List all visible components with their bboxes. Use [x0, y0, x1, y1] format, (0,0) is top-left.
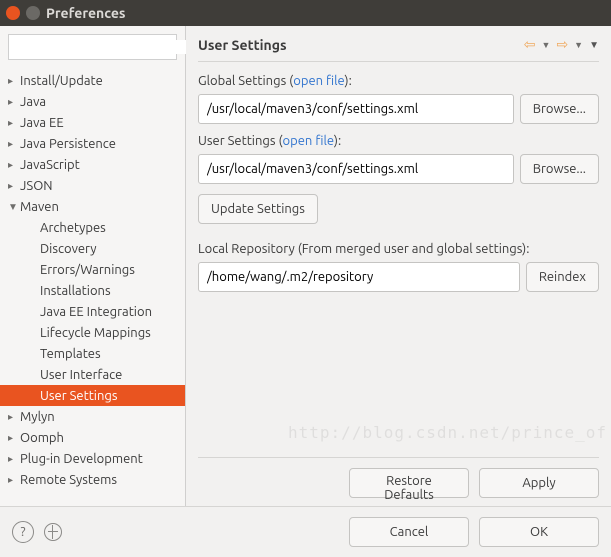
- sidebar: ✕ ▸Install/Update▸Java▸Java EE▸Java Pers…: [0, 26, 186, 506]
- preferences-tree[interactable]: ▸Install/Update▸Java▸Java EE▸Java Persis…: [0, 68, 185, 506]
- tree-item-label: Templates: [38, 347, 101, 361]
- page-title: User Settings: [198, 37, 524, 53]
- chevron-right-icon: ▸: [8, 138, 18, 150]
- tree-item-label: Java EE: [18, 116, 64, 130]
- chevron-down-icon: ▼: [8, 201, 18, 213]
- tree-item-templates[interactable]: Templates: [0, 343, 185, 364]
- tree-item-javascript[interactable]: ▸JavaScript: [0, 154, 185, 175]
- tree-item-java-persistence[interactable]: ▸Java Persistence: [0, 133, 185, 154]
- tree-item-label: Errors/Warnings: [38, 263, 135, 277]
- back-icon[interactable]: ⇦: [524, 36, 536, 53]
- nav-icons: ⇦ ▼ ⇨ ▼ ▼: [524, 36, 599, 53]
- minimize-icon[interactable]: [26, 6, 40, 20]
- tree-item-archetypes[interactable]: Archetypes: [0, 217, 185, 238]
- ok-button[interactable]: OK: [479, 517, 599, 547]
- tree-item-plug-in-development[interactable]: ▸Plug-in Development: [0, 448, 185, 469]
- tree-item-user-settings[interactable]: User Settings: [0, 385, 185, 406]
- help-icon[interactable]: ?: [12, 521, 34, 543]
- tree-item-label: Java: [18, 95, 46, 109]
- tree-item-label: JavaScript: [18, 158, 80, 172]
- cancel-button[interactable]: Cancel: [349, 517, 469, 547]
- tree-item-discovery[interactable]: Discovery: [0, 238, 185, 259]
- global-browse-button[interactable]: Browse...: [520, 94, 599, 124]
- chevron-right-icon: ▸: [8, 474, 18, 486]
- chevron-right-icon: ▸: [8, 96, 18, 108]
- window-title: Preferences: [46, 5, 126, 21]
- tree-item-user-interface[interactable]: User Interface: [0, 364, 185, 385]
- filter-input[interactable]: [15, 40, 186, 54]
- global-settings-label: Global Settings (open file):: [198, 74, 599, 88]
- chevron-right-icon: ▸: [8, 432, 18, 444]
- view-menu-icon[interactable]: ▼: [589, 39, 599, 51]
- user-settings-input[interactable]: [198, 154, 514, 184]
- filter-box[interactable]: ✕: [8, 34, 177, 60]
- tree-item-installations[interactable]: Installations: [0, 280, 185, 301]
- tree-item-remote-systems[interactable]: ▸Remote Systems: [0, 469, 185, 490]
- back-menu-icon[interactable]: ▼: [542, 40, 551, 50]
- tree-item-label: Archetypes: [38, 221, 106, 235]
- tree-item-label: Lifecycle Mappings: [38, 326, 151, 340]
- tree-item-label: Java EE Integration: [38, 305, 152, 319]
- chevron-right-icon: ▸: [8, 75, 18, 87]
- tree-item-java-ee[interactable]: ▸Java EE: [0, 112, 185, 133]
- tree-item-label: Oomph: [18, 431, 64, 445]
- tree-item-label: Discovery: [38, 242, 97, 256]
- forward-icon[interactable]: ⇨: [556, 36, 568, 53]
- tree-item-errors-warnings[interactable]: Errors/Warnings: [0, 259, 185, 280]
- settings-panel: User Settings ⇦ ▼ ⇨ ▼ ▼ Global Settings …: [186, 26, 611, 506]
- tree-item-maven[interactable]: ▼Maven: [0, 196, 185, 217]
- update-settings-button[interactable]: Update Settings: [198, 194, 318, 224]
- tree-item-label: Remote Systems: [18, 473, 117, 487]
- user-open-file-link[interactable]: open file: [283, 134, 334, 148]
- tree-item-label: JSON: [18, 179, 53, 193]
- forward-menu-icon[interactable]: ▼: [574, 40, 583, 50]
- tree-item-mylyn[interactable]: ▸Mylyn: [0, 406, 185, 427]
- tree-item-install-update[interactable]: ▸Install/Update: [0, 70, 185, 91]
- chevron-right-icon: ▸: [8, 159, 18, 171]
- watermark-text: http://blog.csdn.net/prince_of: [288, 423, 607, 442]
- tree-item-label: Install/Update: [18, 74, 103, 88]
- tree-item-label: Installations: [38, 284, 111, 298]
- apply-button[interactable]: Apply: [479, 468, 599, 498]
- tree-item-label: User Settings: [38, 389, 118, 403]
- tree-item-label: Plug-in Development: [18, 452, 143, 466]
- tree-item-java-ee-integration[interactable]: Java EE Integration: [0, 301, 185, 322]
- global-open-file-link[interactable]: open file: [293, 74, 344, 88]
- chevron-right-icon: ▸: [8, 117, 18, 129]
- tree-item-java[interactable]: ▸Java: [0, 91, 185, 112]
- main-area: ✕ ▸Install/Update▸Java▸Java EE▸Java Pers…: [0, 26, 611, 506]
- global-settings-input[interactable]: [198, 94, 514, 124]
- tree-item-json[interactable]: ▸JSON: [0, 175, 185, 196]
- local-repo-label: Local Repository (From merged user and g…: [198, 242, 599, 256]
- chevron-right-icon: ▸: [8, 411, 18, 423]
- local-repo-input[interactable]: [198, 262, 520, 292]
- close-icon[interactable]: [6, 6, 20, 20]
- panel-buttons: Restore Defaults Apply: [198, 457, 599, 506]
- user-browse-button[interactable]: Browse...: [520, 154, 599, 184]
- import-export-icon[interactable]: [44, 523, 62, 541]
- tree-item-lifecycle-mappings[interactable]: Lifecycle Mappings: [0, 322, 185, 343]
- dialog-buttons: ? Cancel OK: [0, 506, 611, 557]
- panel-header: User Settings ⇦ ▼ ⇨ ▼ ▼: [198, 36, 599, 62]
- tree-item-oomph[interactable]: ▸Oomph: [0, 427, 185, 448]
- tree-item-label: Mylyn: [18, 410, 55, 424]
- chevron-right-icon: ▸: [8, 180, 18, 192]
- restore-defaults-button[interactable]: Restore Defaults: [349, 468, 469, 498]
- chevron-right-icon: ▸: [8, 453, 18, 465]
- tree-item-label: Maven: [18, 200, 59, 214]
- tree-item-label: User Interface: [38, 368, 122, 382]
- tree-item-label: Java Persistence: [18, 137, 116, 151]
- titlebar: Preferences: [0, 0, 611, 26]
- user-settings-label: User Settings (open file):: [198, 134, 599, 148]
- reindex-button[interactable]: Reindex: [526, 262, 599, 292]
